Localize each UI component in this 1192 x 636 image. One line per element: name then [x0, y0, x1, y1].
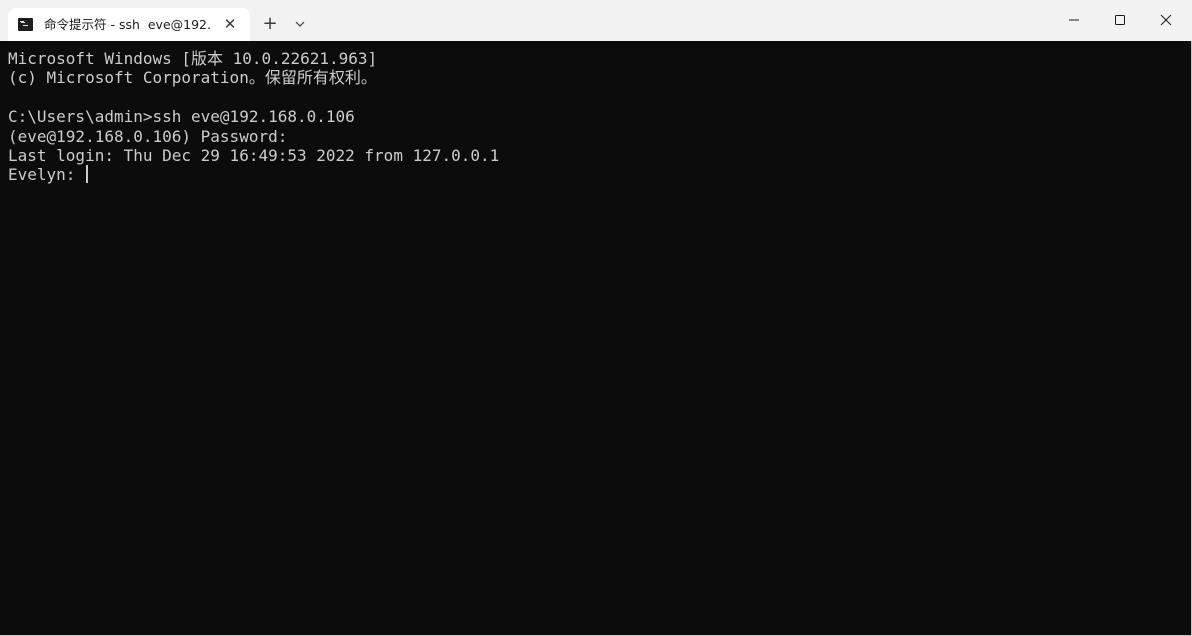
prompt-text: Evelyn:	[8, 165, 86, 185]
minimize-icon	[1069, 19, 1079, 21]
maximize-icon	[1115, 15, 1125, 25]
tab-dropdown-button[interactable]	[290, 14, 310, 34]
minimize-button[interactable]	[1051, 0, 1097, 40]
terminal-window: 命令提示符 - ssh eve@192.168.0.106 ✕ +	[0, 0, 1192, 636]
terminal-line: (eve@192.168.0.106) Password:	[8, 126, 288, 146]
text-cursor	[86, 165, 88, 184]
terminal-line: C:\Users\admin>ssh eve@192.168.0.106	[8, 107, 355, 127]
new-tab-button[interactable]: +	[258, 12, 282, 36]
close-button[interactable]	[1143, 0, 1189, 40]
close-icon	[1160, 14, 1172, 26]
terminal-line: Last login: Thu Dec 29 16:49:53 2022 fro…	[8, 145, 500, 165]
command-prompt-icon	[18, 18, 33, 31]
tab-title: 命令提示符 - ssh eve@192.168.0.106	[44, 17, 212, 32]
maximize-button[interactable]	[1097, 0, 1143, 40]
tab-close-icon[interactable]: ✕	[220, 14, 240, 34]
chevron-down-icon	[295, 21, 305, 27]
terminal-line: Microsoft Windows [版本 10.0.22621.963]	[8, 49, 378, 68]
terminal-output[interactable]: Microsoft Windows [版本 10.0.22621.963] (c…	[0, 41, 1190, 635]
title-bar[interactable]: 命令提示符 - ssh eve@192.168.0.106 ✕ +	[0, 0, 1192, 41]
tab-ssh[interactable]: 命令提示符 - ssh eve@192.168.0.106 ✕	[8, 8, 250, 41]
prompt-line[interactable]: Evelyn:	[8, 165, 1190, 184]
terminal-line: (c) Microsoft Corporation。保留所有权利。	[8, 68, 377, 88]
